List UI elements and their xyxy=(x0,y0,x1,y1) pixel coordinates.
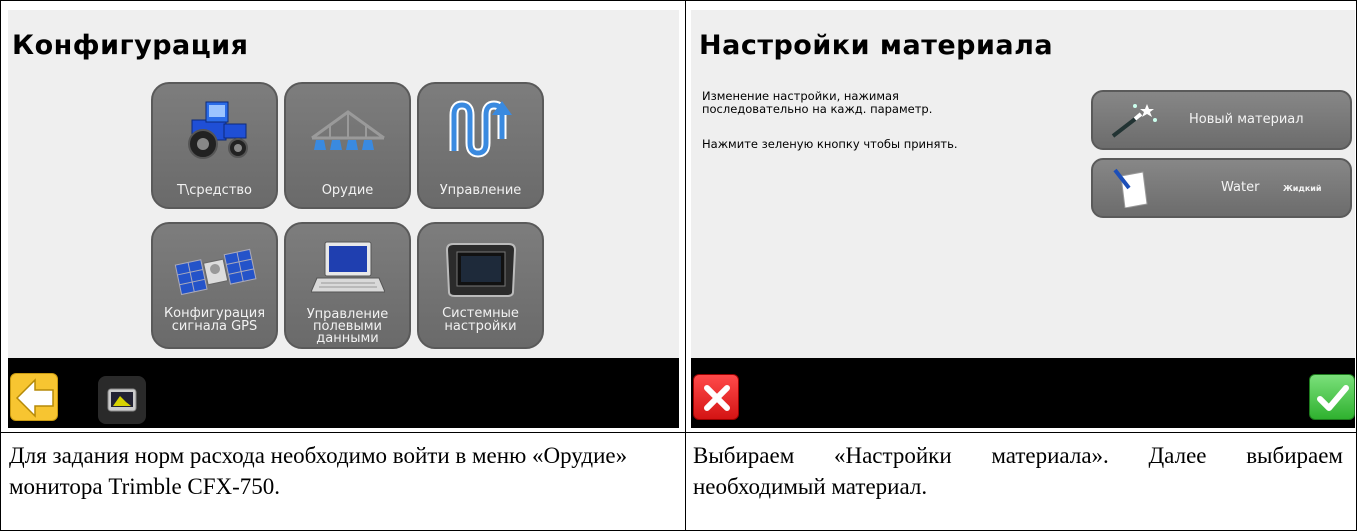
tractor-icon xyxy=(153,94,276,164)
home-monitor-button[interactable] xyxy=(98,376,146,424)
instruction-text: Изменение настройки, нажимая последовате… xyxy=(702,89,933,116)
tile-label: Управление полевыми данными xyxy=(306,307,389,346)
satellite-icon xyxy=(153,234,276,304)
tile-label: Т\средство xyxy=(176,183,253,198)
table-divider-vertical xyxy=(685,0,686,531)
material-item-water[interactable]: Water Жидкий xyxy=(1091,158,1352,218)
tile-system-settings[interactable]: Системные настройки xyxy=(417,222,544,349)
boom-sprayer-icon xyxy=(286,94,409,164)
material-settings-screen: Настройки материала Изменение настройки,… xyxy=(691,10,1355,428)
new-material-label: Новый материал xyxy=(1189,112,1304,127)
configuration-screen: Конфигурация Т\средство Орудие Управлени… xyxy=(8,10,679,428)
caption-right: Выбираем «Настройки материала». Далее вы… xyxy=(693,443,1343,499)
guidance-pattern-icon xyxy=(419,94,542,164)
close-x-icon xyxy=(704,385,730,411)
display-monitor-icon xyxy=(419,234,542,304)
checkmark-icon xyxy=(1317,385,1349,411)
arrow-left-icon xyxy=(15,378,54,418)
table-divider-horizontal xyxy=(0,432,1357,433)
material-type: Жидкий xyxy=(1283,184,1322,193)
tile-field-data[interactable]: Управление полевыми данными xyxy=(284,222,411,349)
material-name: Water xyxy=(1221,180,1260,195)
accept-button[interactable] xyxy=(1309,374,1355,420)
tile-label: Управление xyxy=(439,183,522,198)
new-material-button[interactable]: Новый материал xyxy=(1091,90,1352,150)
tile-label: Орудие xyxy=(321,183,374,198)
bottom-toolbar xyxy=(8,358,679,428)
notepad-pen-icon xyxy=(1109,168,1155,209)
page-title: Конфигурация xyxy=(12,30,249,61)
tile-vehicle[interactable]: Т\средство xyxy=(151,82,278,209)
tile-implement[interactable]: Орудие xyxy=(284,82,411,209)
page-title: Настройки материала xyxy=(699,30,1054,61)
cancel-button[interactable] xyxy=(693,374,739,420)
monitor-home-icon xyxy=(107,388,137,412)
tile-label: Конфигурация сигнала GPS xyxy=(163,306,266,334)
tile-gps-configuration[interactable]: Конфигурация сигнала GPS xyxy=(151,222,278,349)
bottom-toolbar xyxy=(691,358,1355,428)
tile-label: Системные настройки xyxy=(442,306,519,334)
tile-guidance[interactable]: Управление xyxy=(417,82,544,209)
caption-left: Для задания норм расхода необходимо войт… xyxy=(9,443,628,499)
back-button[interactable] xyxy=(10,373,58,421)
instruction-text: Нажмите зеленую кнопку чтобы принять. xyxy=(702,137,958,151)
laptop-icon xyxy=(286,232,409,302)
magic-wand-icon xyxy=(1109,100,1157,140)
